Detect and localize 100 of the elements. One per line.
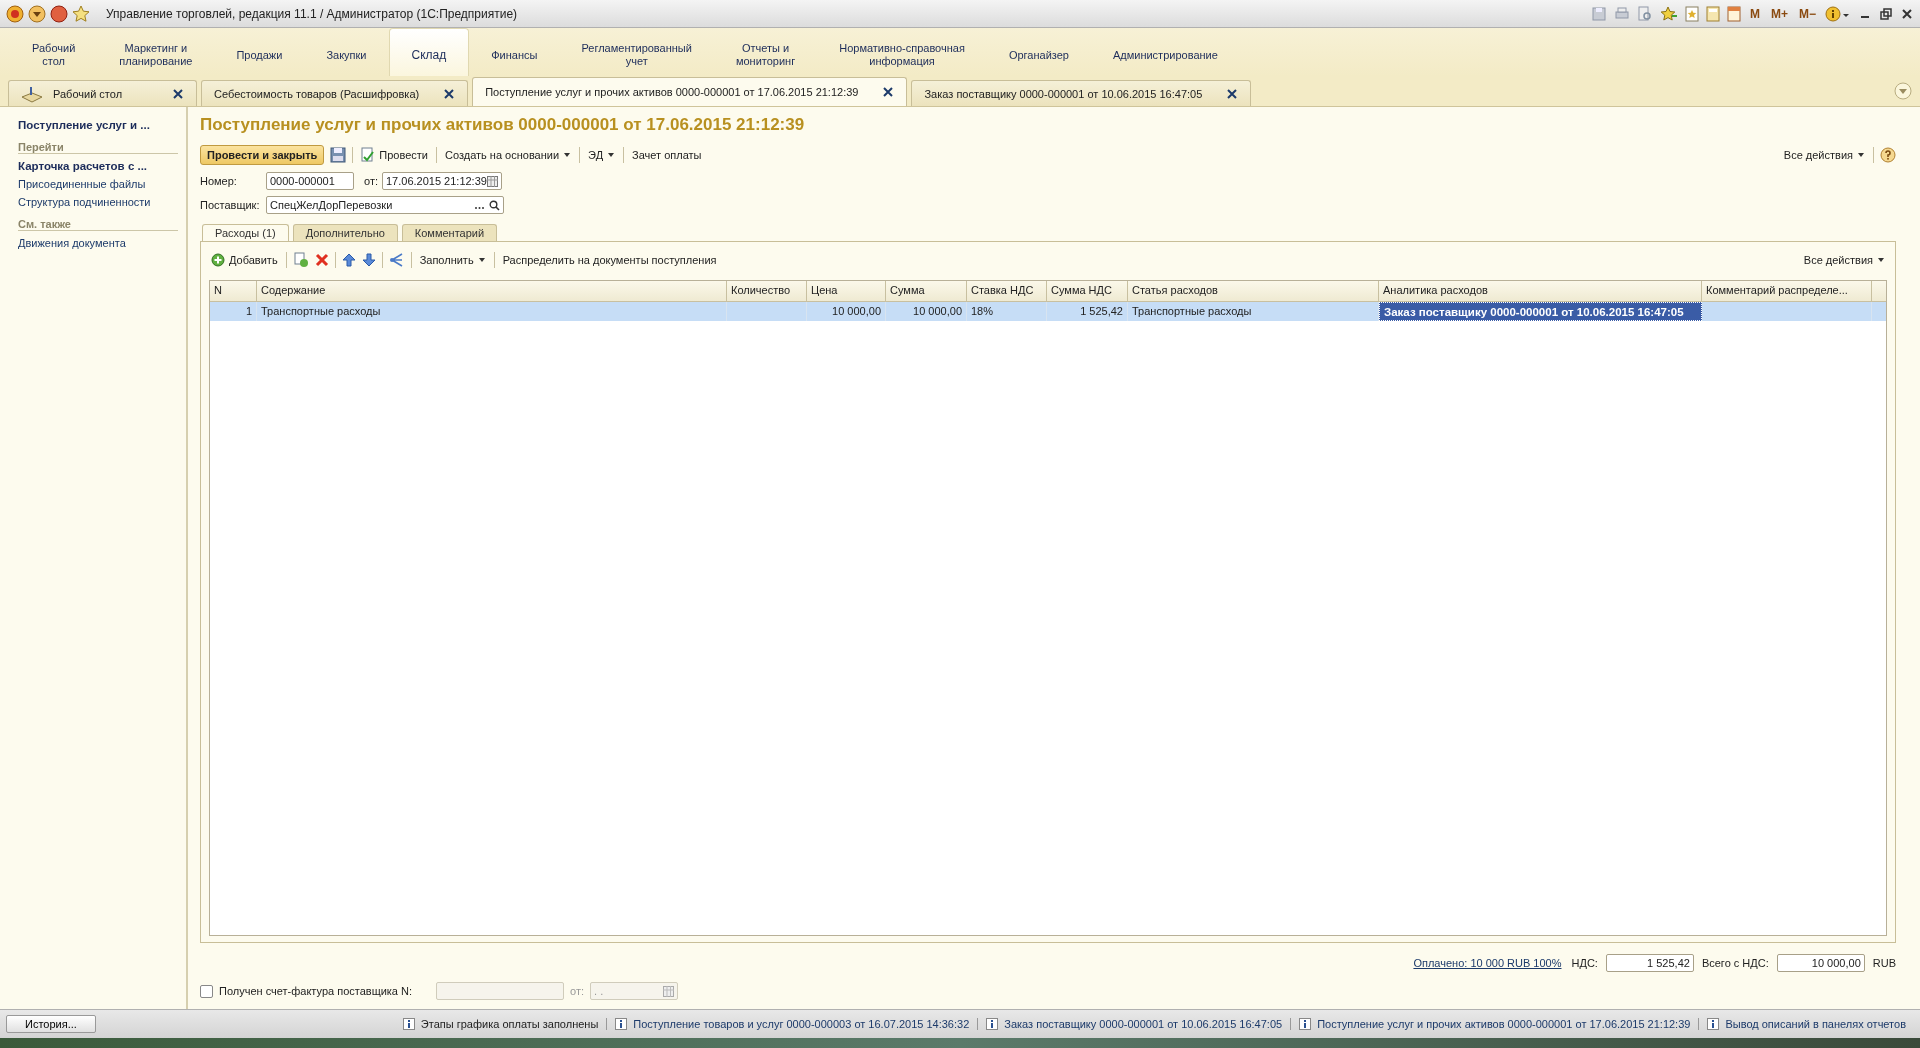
table-cell: Заказ поставщику 0000-000001 от 10.06.2015 16:47:05 [1379, 302, 1702, 321]
arrow-down-icon[interactable] [361, 253, 376, 267]
dropdown-button[interactable]: ЭД [586, 149, 618, 161]
column-header[interactable]: Сумма [886, 281, 967, 301]
column-header[interactable]: Содержание [257, 281, 727, 301]
section-tab[interactable]: Продажи [214, 28, 305, 76]
memory-button[interactable]: M+ [1768, 6, 1790, 21]
star-icon[interactable] [72, 4, 90, 23]
total-field: 10 000,00 [1776, 954, 1865, 972]
status-message[interactable]: Поступление товаров и услуг 0000-000003 от 16.07.2015 14:36:32 [606, 1018, 978, 1030]
form-tab[interactable]: Дополнительно [292, 224, 398, 241]
star-add-icon[interactable] [1659, 5, 1678, 22]
logo-icon[interactable] [6, 4, 24, 23]
close-icon[interactable] [443, 87, 456, 100]
command-button[interactable]: Зачет оплаты [630, 149, 704, 161]
checkbox[interactable] [200, 984, 213, 998]
table-cell: 1 525,42 [1047, 302, 1128, 321]
section-tab[interactable]: Склад [388, 28, 470, 76]
nav-link[interactable]: Карточка расчетов с ... [18, 160, 178, 172]
add-button[interactable]: Добавить [209, 253, 280, 267]
caret-icon [563, 152, 572, 158]
memory-button[interactable]: M− [1797, 6, 1818, 21]
table-cell: 1 [210, 302, 257, 321]
section-tab[interactable]: Нормативно-справочная информация [817, 28, 987, 76]
calendar-icon[interactable] [487, 175, 498, 187]
history-button[interactable]: История... [6, 1015, 96, 1033]
invoice-number-field[interactable] [436, 982, 565, 1000]
memory-button[interactable]: M [1747, 6, 1762, 21]
close-icon[interactable] [1900, 6, 1914, 21]
caret-icon [1877, 257, 1885, 263]
delete-icon[interactable] [314, 253, 329, 267]
column-header[interactable]: Ставка НДС [967, 281, 1047, 301]
form-tab[interactable]: Расходы (1) [202, 224, 289, 241]
open-tab[interactable]: Рабочий стол [8, 80, 198, 106]
calendar-icon[interactable] [1726, 5, 1741, 22]
status-message[interactable]: Поступление услуг и прочих активов 0000-000001 от 17.06.2015 21:12:39 [1290, 1018, 1699, 1030]
number-field[interactable]: 0000-000001 [266, 172, 354, 190]
section-tab[interactable]: Маркетинг и планирование [97, 28, 215, 76]
open-tab[interactable]: Поступление услуг и прочих активов 0000-000001 от 17.06.2015 21:12:39 [472, 77, 908, 106]
close-icon[interactable] [172, 87, 185, 100]
post-button[interactable]: Провести [359, 147, 430, 163]
column-header[interactable]: Комментарий распределе... [1702, 281, 1872, 301]
currency-label: RUB [1872, 957, 1896, 969]
dropdown-icon[interactable] [28, 4, 46, 23]
nav-link[interactable]: Присоединенные файлы [18, 178, 178, 190]
nav-heading: Перейти [18, 141, 178, 154]
close-icon[interactable] [882, 86, 895, 98]
nav-heading: См. также [18, 218, 178, 231]
supplier-field[interactable]: СпецЖелДорПеревозки [266, 196, 504, 214]
open-tab[interactable]: Заказ поставщику 0000-000001 от 10.06.2015 16:47:05 [911, 80, 1252, 106]
table-row[interactable]: 1 Транспортные расходы 10 000,00 10 000,00 18% 1 525,42 Транспортные расходы Заказ поставщику 0000-000001 от 10.06.2015 16:47:05 [210, 302, 1886, 321]
restore-icon[interactable] [1879, 6, 1893, 21]
field-label: Поставщик: [200, 199, 261, 211]
copy-icon[interactable] [292, 252, 309, 268]
column-header[interactable]: Статья расходов [1128, 281, 1379, 301]
column-header[interactable]: Количество [727, 281, 807, 301]
save-icon[interactable] [330, 147, 347, 163]
arrow-up-icon[interactable] [341, 253, 356, 267]
nav-link[interactable]: Движения документа [18, 237, 178, 249]
dropdown-button[interactable]: Создать на основании [442, 149, 574, 161]
close-icon[interactable] [1226, 87, 1239, 100]
fill-button[interactable]: Заполнить [417, 254, 488, 266]
status-message[interactable]: Этапы графика оплаты заполнены [394, 1018, 607, 1030]
preview-icon[interactable] [1636, 5, 1653, 22]
paid-link[interactable]: Оплачено: 10 000 RUB 100% [1413, 957, 1562, 969]
plus-icon [211, 253, 225, 267]
info-icon[interactable] [1825, 5, 1851, 22]
post-and-close-button[interactable]: Провести и закрыть [200, 145, 325, 165]
section-tab[interactable]: Администрирование [1090, 28, 1240, 76]
close-icon[interactable] [50, 4, 68, 23]
date-field[interactable]: 17.06.2015 21:12:39 [382, 172, 502, 190]
section-tab[interactable]: Регламентированный учет [559, 28, 714, 76]
caret-icon [607, 152, 616, 158]
column-header[interactable]: N [210, 281, 257, 301]
tab-label: Себестоимость товаров (Расшифровка) [214, 87, 420, 100]
distribute-button[interactable]: Распределить на документы поступления [500, 254, 719, 266]
section-tab[interactable]: Финансы [469, 28, 560, 76]
help-icon[interactable] [1880, 147, 1896, 163]
column-header[interactable]: Аналитика расходов [1379, 281, 1702, 301]
field-label: НДС: [1571, 957, 1598, 969]
form-title: Поступление услуг и прочих активов 0000-000001 от 17.06.2015 21:12:39 [200, 115, 806, 135]
search-icon[interactable] [489, 199, 500, 211]
tree-icon[interactable] [388, 252, 405, 268]
open-tab[interactable]: Себестоимость товаров (Расшифровка) [201, 80, 469, 106]
status-message[interactable]: Заказ поставщику 0000-000001 от 10.06.2015 16:47:05 [977, 1018, 1291, 1030]
info-icon [402, 1018, 415, 1030]
all-actions-button[interactable]: Все действия [1801, 254, 1887, 266]
info-icon [986, 1018, 999, 1030]
section-tab[interactable]: Рабочий стол [10, 28, 98, 76]
section-tab[interactable]: Органайзер [986, 28, 1091, 76]
column-header[interactable]: Цена [807, 281, 886, 301]
info-icon [1299, 1018, 1312, 1030]
nav-item[interactable]: Поступление услуг и ... [18, 119, 178, 131]
status-message[interactable]: Вывод описаний в панелях отчетов [1698, 1018, 1914, 1030]
section-tab[interactable]: Отчеты и мониторинг [713, 28, 818, 76]
column-header[interactable]: Сумма НДС [1047, 281, 1128, 301]
form-tab[interactable]: Комментарий [401, 224, 498, 241]
section-tab[interactable]: Закупки [304, 28, 389, 76]
all-actions-button[interactable]: Все действия [1781, 149, 1867, 161]
nav-link[interactable]: Структура подчиненности [18, 196, 178, 208]
